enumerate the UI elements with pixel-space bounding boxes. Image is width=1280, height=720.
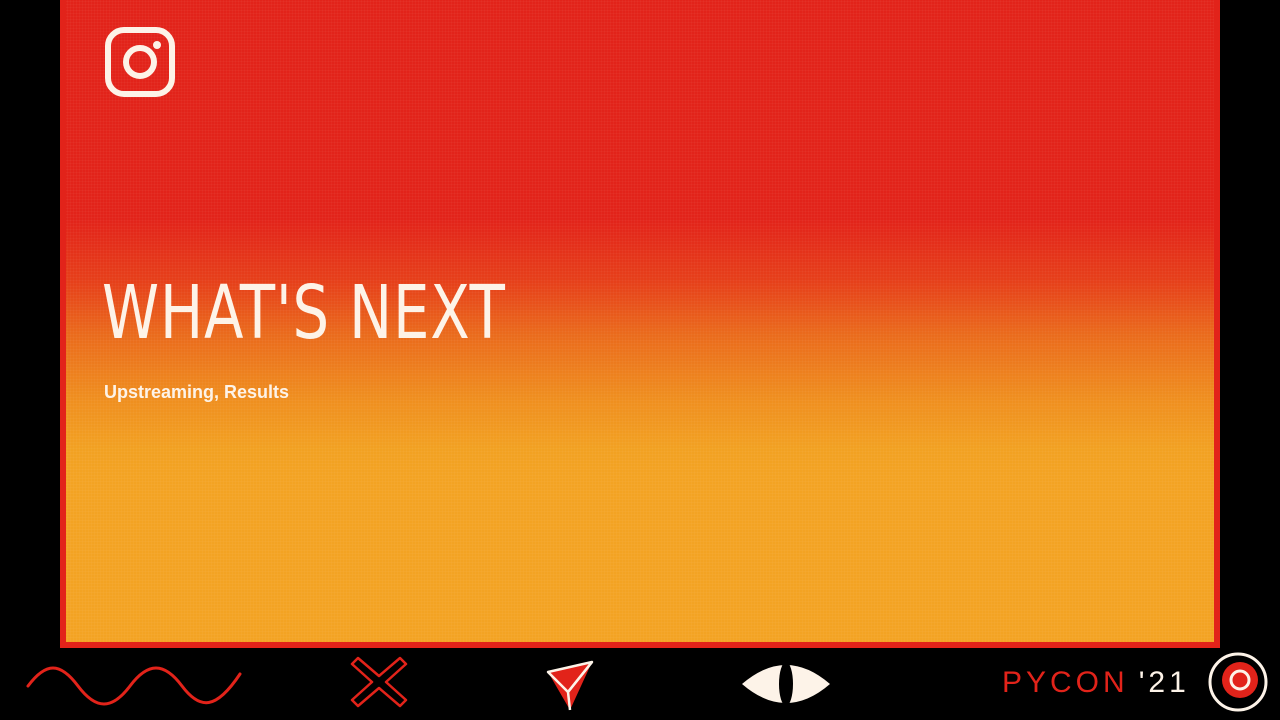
wave-icon (26, 666, 242, 706)
triangle-icon (546, 660, 594, 711)
pycon-brand: PYCON '21 (1002, 668, 1190, 698)
cross-icon (350, 656, 408, 708)
slide-subtitle: Upstreaming, Results (104, 382, 290, 402)
slide-panel: WHAT'S NEXT Upstreaming, Results (60, 0, 1220, 648)
instagram-icon (105, 27, 175, 97)
eye-icon (742, 662, 830, 706)
pycon-circle-icon (1208, 652, 1268, 712)
brand-year: '21 (1138, 666, 1190, 699)
presentation-stage: WHAT'S NEXT Upstreaming, Results PYCON '2… (0, 0, 1280, 720)
brand-name: PYCON (1002, 666, 1129, 699)
slide-title: WHAT'S NEXT (102, 270, 506, 356)
